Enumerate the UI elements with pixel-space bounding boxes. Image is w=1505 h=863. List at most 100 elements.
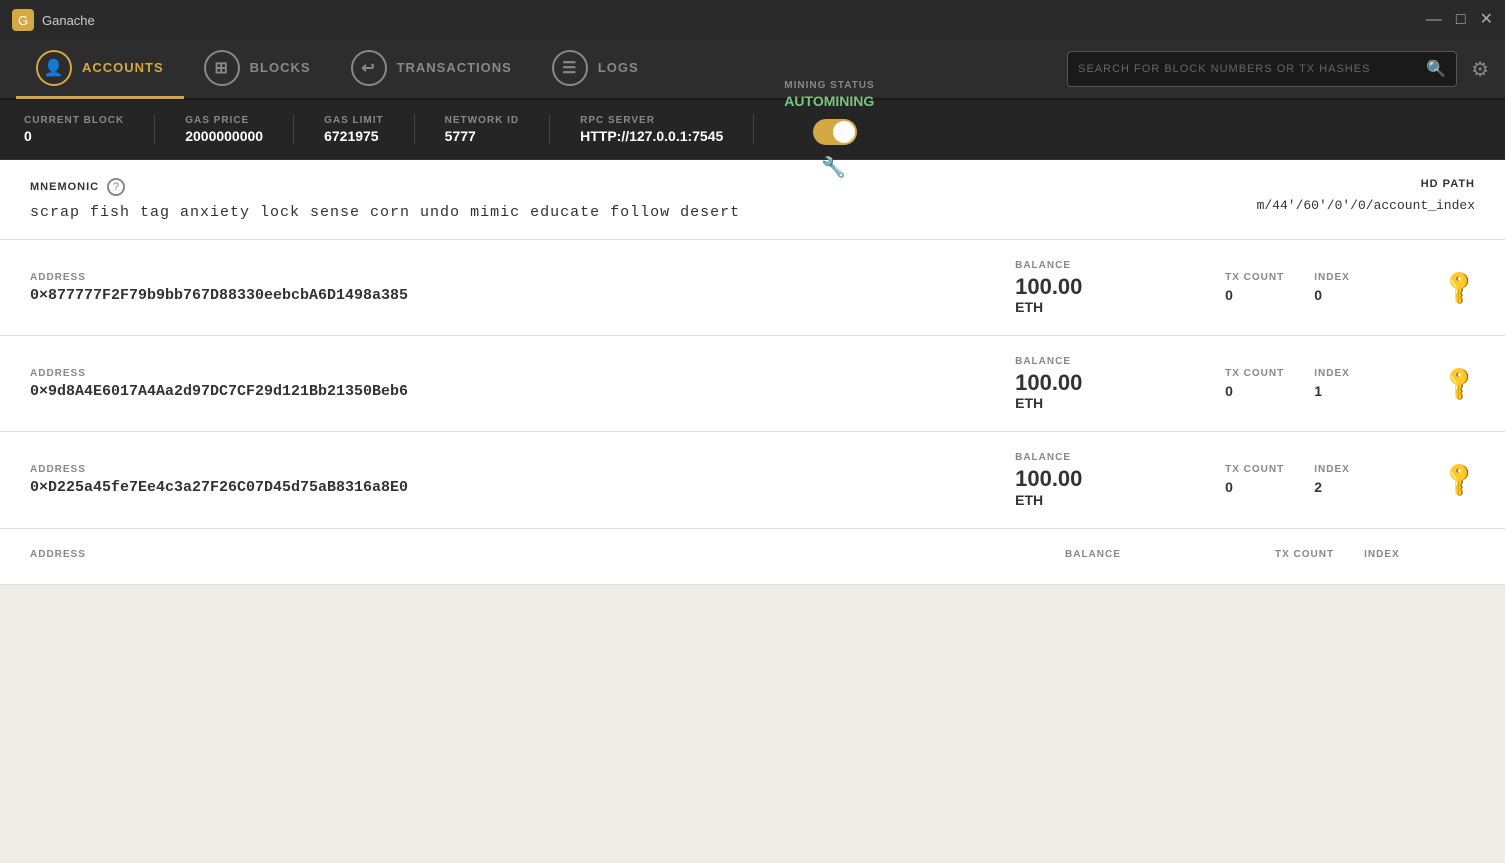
- account-balance-0: 100.00: [1015, 275, 1195, 299]
- account-balance-1: 100.00: [1015, 371, 1195, 395]
- nav-bar: 👤 ACCOUNTS ⊞ BLOCKS ↩ TRANSACTIONS ☰ LOG…: [0, 40, 1505, 100]
- toggle-knob: [833, 121, 855, 143]
- index-item-0: INDEX 0: [1314, 272, 1350, 303]
- index-value-2: 2: [1314, 479, 1350, 495]
- nav-item-accounts[interactable]: 👤 ACCOUNTS: [16, 39, 184, 99]
- gas-price-value: 2000000000: [185, 128, 263, 144]
- account-balance-section-3: BALANCE: [1065, 549, 1245, 564]
- balance-label-0: BALANCE: [1015, 260, 1195, 271]
- blocks-label: BLOCKS: [250, 60, 311, 75]
- index-item-3: INDEX: [1364, 549, 1400, 564]
- index-item-2: INDEX 2: [1314, 464, 1350, 495]
- mnemonic-left: MNEMONIC ? scrap fish tag anxiety lock s…: [30, 178, 1257, 221]
- settings-gear-icon[interactable]: ⚙: [1471, 57, 1489, 82]
- app-title: Ganache: [42, 13, 1426, 28]
- account-left-0: ADDRESS 0×877777F2F79b9bb767D88330eebcbA…: [30, 272, 985, 304]
- gas-limit-item: GAS LIMIT 6721975: [324, 115, 415, 144]
- info-bar: CURRENT BLOCK 0 GAS PRICE 2000000000 GAS…: [0, 100, 1505, 160]
- logs-icon: ☰: [552, 50, 588, 86]
- index-label-3: INDEX: [1364, 549, 1400, 560]
- balance-label-2: BALANCE: [1015, 452, 1195, 463]
- maximize-button[interactable]: □: [1456, 12, 1466, 28]
- close-button[interactable]: ✕: [1480, 12, 1493, 28]
- gas-price-item: GAS PRICE 2000000000: [185, 115, 294, 144]
- mining-wrench-icon: 🔧: [821, 155, 846, 180]
- mining-status-label: MINING STATUS: [784, 80, 874, 91]
- account-row: ADDRESS 0×9d8A4E6017A4Aa2d97DC7CF29d121B…: [0, 336, 1505, 432]
- search-bar[interactable]: 🔍: [1067, 51, 1457, 87]
- gas-limit-value: 6721975: [324, 128, 384, 144]
- nav-item-logs[interactable]: ☰ LOGS: [532, 39, 659, 99]
- account-address-0: 0×877777F2F79b9bb767D88330eebcbA6D1498a3…: [30, 287, 985, 304]
- rpc-server-label: RPC SERVER: [580, 115, 723, 126]
- nav-item-blocks[interactable]: ⊞ BLOCKS: [184, 39, 331, 99]
- tx-count-item-0: TX COUNT 0: [1225, 272, 1284, 303]
- account-row: ADDRESS BALANCE TX COUNT INDEX: [0, 529, 1505, 585]
- minimize-button[interactable]: —: [1426, 12, 1442, 28]
- current-block-item: CURRENT BLOCK 0: [24, 115, 155, 144]
- tx-count-label-0: TX COUNT: [1225, 272, 1284, 283]
- account-balance-section-0: BALANCE 100.00 ETH: [1015, 260, 1195, 315]
- account-row: ADDRESS 0×877777F2F79b9bb767D88330eebcbA…: [0, 240, 1505, 336]
- account-unit-2: ETH: [1015, 492, 1195, 508]
- network-id-value: 5777: [445, 128, 519, 144]
- blocks-icon: ⊞: [204, 50, 240, 86]
- key-icon-0[interactable]: 🔑: [1439, 267, 1481, 309]
- account-row: ADDRESS 0×D225a45fe7Ee4c3a27F26C07D45d75…: [0, 432, 1505, 528]
- key-icon-2[interactable]: 🔑: [1439, 459, 1481, 501]
- address-label-2: ADDRESS: [30, 464, 985, 475]
- nav-item-transactions[interactable]: ↩ TRANSACTIONS: [331, 39, 532, 99]
- tx-count-label-1: TX COUNT: [1225, 368, 1284, 379]
- current-block-value: 0: [24, 128, 124, 144]
- search-input[interactable]: [1078, 63, 1418, 75]
- address-label-3: ADDRESS: [30, 549, 1035, 560]
- tx-count-value-1: 0: [1225, 383, 1284, 399]
- gas-price-label: GAS PRICE: [185, 115, 263, 126]
- tx-count-label-2: TX COUNT: [1225, 464, 1284, 475]
- index-label-1: INDEX: [1314, 368, 1350, 379]
- account-meta-1: TX COUNT 0 INDEX 1: [1225, 368, 1425, 399]
- search-icon: 🔍: [1426, 59, 1446, 79]
- account-left-1: ADDRESS 0×9d8A4E6017A4Aa2d97DC7CF29d121B…: [30, 368, 985, 400]
- svg-text:G: G: [18, 13, 28, 28]
- mnemonic-header: MNEMONIC ?: [30, 178, 1257, 196]
- balance-label-3: BALANCE: [1065, 549, 1245, 560]
- logs-label: LOGS: [598, 60, 639, 75]
- mnemonic-right: HD PATH m/44'/60'/0'/0/account_index: [1257, 178, 1475, 213]
- main-content: MNEMONIC ? scrap fish tag anxiety lock s…: [0, 160, 1505, 863]
- index-item-1: INDEX 1: [1314, 368, 1350, 399]
- account-meta-3: TX COUNT INDEX: [1275, 549, 1475, 564]
- account-left-3: ADDRESS: [30, 549, 1035, 564]
- tx-count-value-2: 0: [1225, 479, 1284, 495]
- hd-path-value: m/44'/60'/0'/0/account_index: [1257, 198, 1475, 213]
- mnemonic-help-icon[interactable]: ?: [107, 178, 125, 196]
- balance-label-1: BALANCE: [1015, 356, 1195, 367]
- account-balance-section-2: BALANCE 100.00 ETH: [1015, 452, 1195, 507]
- transactions-icon: ↩: [351, 50, 387, 86]
- mining-toggle-button[interactable]: [813, 119, 857, 145]
- key-icon-1[interactable]: 🔑: [1439, 363, 1481, 405]
- tx-count-item-3: TX COUNT: [1275, 549, 1334, 564]
- account-meta-0: TX COUNT 0 INDEX 0: [1225, 272, 1425, 303]
- account-balance-section-1: BALANCE 100.00 ETH: [1015, 356, 1195, 411]
- tx-count-item-1: TX COUNT 0: [1225, 368, 1284, 399]
- account-balance-2: 100.00: [1015, 467, 1195, 491]
- index-value-0: 0: [1314, 287, 1350, 303]
- gas-limit-label: GAS LIMIT: [324, 115, 384, 126]
- title-bar: G Ganache — □ ✕: [0, 0, 1505, 40]
- account-unit-0: ETH: [1015, 299, 1195, 315]
- account-left-2: ADDRESS 0×D225a45fe7Ee4c3a27F26C07D45d75…: [30, 464, 985, 496]
- window-controls: — □ ✕: [1426, 12, 1493, 28]
- mining-status-item: MINING STATUS AUTOMINING 🔧: [784, 80, 904, 180]
- tx-count-item-2: TX COUNT 0: [1225, 464, 1284, 495]
- address-label-0: ADDRESS: [30, 272, 985, 283]
- index-label-0: INDEX: [1314, 272, 1350, 283]
- mnemonic-words: scrap fish tag anxiety lock sense corn u…: [30, 204, 1257, 221]
- address-label-1: ADDRESS: [30, 368, 985, 379]
- current-block-label: CURRENT BLOCK: [24, 115, 124, 126]
- network-id-label: NETWORK ID: [445, 115, 519, 126]
- transactions-label: TRANSACTIONS: [397, 60, 512, 75]
- mnemonic-section: MNEMONIC ? scrap fish tag anxiety lock s…: [0, 160, 1505, 240]
- index-value-1: 1: [1314, 383, 1350, 399]
- index-label-2: INDEX: [1314, 464, 1350, 475]
